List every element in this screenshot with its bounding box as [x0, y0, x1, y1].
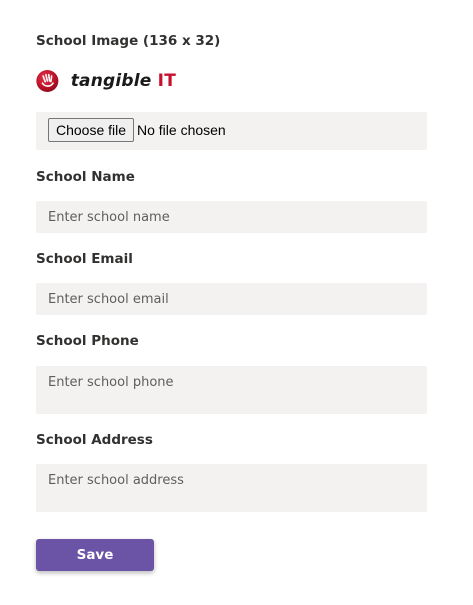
school-image-file-input[interactable]: Choose file No file chosen [36, 112, 427, 150]
school-phone-label: School Phone [36, 333, 139, 349]
school-name-input[interactable] [36, 201, 427, 233]
logo-wordmark: tangible IT [70, 71, 176, 91]
school-image-label: School Image (136 x 32) [36, 33, 221, 49]
school-email-label: School Email [36, 251, 133, 267]
choose-file-button[interactable]: Choose file [48, 118, 135, 142]
school-email-input[interactable] [36, 283, 427, 315]
file-status-text: No file chosen [137, 122, 226, 138]
school-phone-input[interactable] [36, 366, 427, 414]
school-address-label: School Address [36, 432, 153, 448]
school-address-input[interactable] [36, 464, 427, 512]
school-name-label: School Name [36, 169, 135, 185]
save-button[interactable]: Save [36, 539, 154, 571]
tangible-it-logo-icon [36, 69, 59, 93]
school-logo-preview: tangible IT [36, 64, 176, 98]
